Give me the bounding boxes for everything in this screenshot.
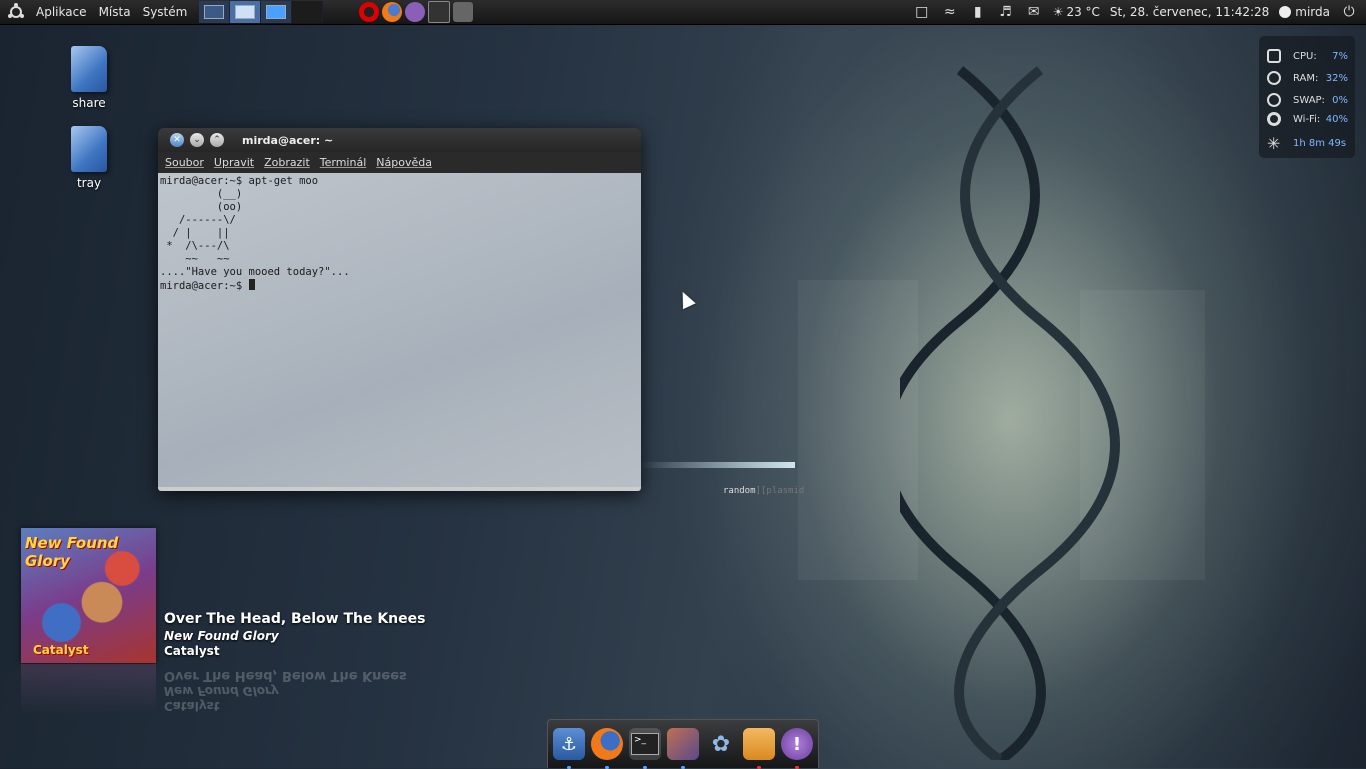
- chevron-up-icon: ⌃: [213, 135, 221, 145]
- terminal-titlebar[interactable]: ✕ ⌄ ⌃ mirda@acer: ~: [158, 128, 641, 152]
- ram-value: 32%: [1325, 72, 1348, 84]
- user-icon: [1279, 6, 1292, 18]
- user-menu[interactable]: mirda: [1279, 5, 1330, 19]
- chat-icon[interactable]: □: [913, 4, 931, 20]
- desktop-icon-tray[interactable]: tray: [54, 126, 124, 190]
- close-button[interactable]: ✕: [170, 133, 184, 147]
- home-folder-icon[interactable]: [743, 728, 775, 769]
- close-icon: ✕: [173, 135, 181, 145]
- swap-row: SWAP: 0%: [1259, 91, 1355, 109]
- now-playing-reflection: Catalyst New Found Glory Over The Head, …: [164, 668, 407, 713]
- top-panel: Aplikace Místa Systém □ ≈ ▮ ♬ ✉ ☀ 23 °C …: [0, 0, 1366, 25]
- minimize-button[interactable]: ⌄: [190, 133, 204, 147]
- song-artist: New Found Glory: [164, 629, 279, 643]
- ram-icon: [1267, 71, 1281, 85]
- anchor-icon[interactable]: ⚓: [553, 728, 585, 769]
- panel-launchers: [359, 1, 474, 23]
- cover-band-name: New Found Glory: [25, 534, 119, 570]
- photo-icon[interactable]: [667, 728, 699, 769]
- weather-icon: ☀: [1052, 5, 1064, 19]
- mouse-pointer-icon: [676, 288, 696, 310]
- firefox-icon[interactable]: [591, 728, 623, 769]
- terminal-text: mirda@acer:~$ apt-get moo (__) (oo) /---…: [160, 175, 350, 292]
- workspace-4[interactable]: [292, 1, 324, 23]
- clock[interactable]: St, 28. červenec, 11:42:28: [1110, 5, 1269, 19]
- song-title: Over The Head, Below The Knees: [164, 611, 426, 627]
- ram-row: RAM: 32%: [1259, 69, 1355, 87]
- terminal-resize-edge[interactable]: [158, 487, 641, 491]
- menu-places[interactable]: Místa: [93, 5, 137, 19]
- text-cursor: [248, 279, 255, 290]
- swap-icon: [1267, 93, 1281, 107]
- terminal-menubar: Soubor Upravit Zobrazit Terminál Nápověd…: [158, 152, 641, 172]
- menu-edit[interactable]: Upravit: [209, 156, 259, 169]
- wifi-value: 40%: [1325, 113, 1348, 125]
- network-icon[interactable]: ▮: [969, 4, 987, 20]
- folder-icon: [71, 126, 107, 172]
- cover-album-name: Catalyst: [33, 643, 89, 657]
- menu-terminal[interactable]: Terminál: [315, 156, 372, 169]
- wifi-label: Wi-Fi:: [1293, 113, 1321, 125]
- menu-system[interactable]: Systém: [137, 5, 194, 19]
- workspace-2[interactable]: [230, 1, 262, 23]
- cpu-label: CPU:: [1293, 50, 1317, 62]
- workspace-3[interactable]: [261, 1, 293, 23]
- window-title: mirda@acer: ~: [242, 133, 334, 147]
- cpu-icon: [1267, 49, 1281, 63]
- uptime-icon: ✳: [1267, 134, 1281, 153]
- reflection-album: Catalyst: [164, 699, 220, 713]
- terminal-window[interactable]: ✕ ⌄ ⌃ mirda@acer: ~ Soubor Upravit Zobra…: [158, 128, 641, 491]
- wifi-signal-icon: [1267, 112, 1281, 126]
- chevron-down-icon: ⌄: [193, 135, 201, 145]
- maximize-button[interactable]: ⌃: [210, 133, 224, 147]
- weather-applet[interactable]: ☀ 23 °C: [1053, 5, 1100, 19]
- chat-bubbles-icon[interactable]: ✿: [705, 728, 737, 760]
- song-album: Catalyst: [164, 644, 220, 658]
- ram-label: RAM:: [1293, 72, 1319, 84]
- screenshot-icon[interactable]: [453, 2, 474, 22]
- workspace-1[interactable]: [199, 1, 231, 23]
- opera-icon[interactable]: [359, 2, 380, 22]
- menu-applications[interactable]: Aplikace: [30, 5, 93, 19]
- wifi-row: Wi-Fi: 40%: [1259, 110, 1355, 128]
- album-cover-reflection: [21, 664, 156, 714]
- dna-helix-wallpaper: [900, 66, 1120, 760]
- menu-view[interactable]: Zobrazit: [259, 156, 315, 169]
- cpu-value: 7%: [1332, 50, 1348, 62]
- desktop-icon-share[interactable]: share: [54, 46, 124, 110]
- reflection-artist: New Found Glory: [164, 684, 279, 698]
- album-cover[interactable]: New Found Glory Catalyst: [21, 528, 156, 663]
- uptime-value: 1h 8m 49s: [1293, 138, 1347, 149]
- terminal-output[interactable]: mirda@acer:~$ apt-get moo (__) (oo) /---…: [158, 173, 641, 487]
- workspace-switcher: [199, 1, 324, 23]
- menu-help[interactable]: Nápověda: [371, 156, 437, 169]
- wallpaper-light-streak: [640, 462, 795, 468]
- pidgin-icon[interactable]: !: [781, 728, 813, 769]
- ubuntu-logo-icon[interactable]: [6, 2, 26, 22]
- wifi-icon[interactable]: ≈: [941, 4, 959, 20]
- dock: ⚓ >_ ✿ !: [547, 719, 819, 769]
- menu-file[interactable]: Soubor: [160, 156, 209, 169]
- weather-temperature: 23 °C: [1066, 5, 1100, 19]
- folder-icon: [71, 46, 107, 92]
- terminal-icon[interactable]: >_: [629, 728, 661, 769]
- desktop-icon-label: tray: [76, 176, 102, 190]
- system-monitor-widget: CPU: 7% RAM: 32% SWAP: 0% Wi-Fi: 40% ✳ 1…: [1259, 36, 1355, 158]
- swap-label: SWAP:: [1293, 94, 1325, 106]
- volume-icon[interactable]: ♬: [997, 4, 1015, 20]
- user-name: mirda: [1295, 5, 1330, 19]
- desktop-icon-label: share: [72, 96, 106, 110]
- pidgin-icon[interactable]: [405, 2, 426, 22]
- plasmid-label: random][plasmid: [723, 486, 805, 496]
- mail-icon[interactable]: ✉: [1025, 4, 1043, 20]
- cpu-row: CPU: 7%: [1259, 47, 1355, 65]
- swap-value: 0%: [1332, 94, 1348, 106]
- reflection-song: Over The Head, Below The Knees: [164, 668, 407, 683]
- firefox-icon[interactable]: [382, 2, 403, 22]
- terminal-icon[interactable]: [428, 1, 451, 23]
- power-icon[interactable]: ⏻: [1340, 4, 1358, 20]
